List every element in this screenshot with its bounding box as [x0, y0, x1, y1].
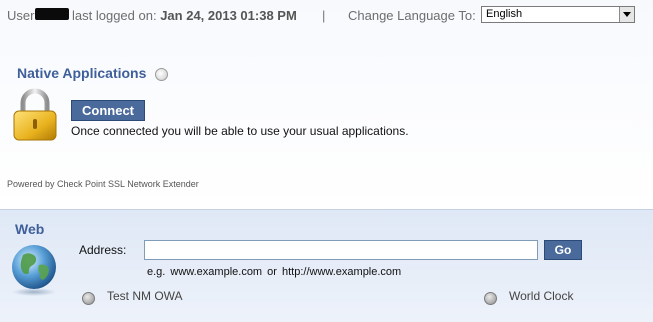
address-label: Address: [79, 243, 127, 257]
powered-by-text: Powered by Check Point SSL Network Exten… [7, 179, 199, 189]
connect-button[interactable]: Connect [71, 100, 145, 121]
go-button[interactable]: Go [544, 240, 582, 260]
lock-icon [13, 88, 57, 141]
web-title: Web [15, 221, 45, 237]
bookmark-link-world-clock[interactable]: World Clock [509, 289, 573, 303]
language-selected-value: English [486, 8, 523, 20]
connect-description: Once connected you will be able to use y… [71, 124, 409, 138]
chevron-down-icon[interactable] [619, 7, 634, 22]
last-logged-info: last logged on: Jan 24, 2013 01:38 PM [72, 8, 297, 23]
user-label: User: [7, 8, 39, 23]
address-input[interactable] [144, 240, 538, 260]
address-example-hint: e.g. www.example.com or http://www.examp… [147, 266, 402, 278]
native-applications-status-icon [155, 68, 168, 81]
header-separator: | [322, 8, 326, 23]
globe-icon[interactable] [82, 292, 95, 305]
language-select[interactable]: English [481, 6, 635, 23]
last-logged-prefix: last logged on: [72, 8, 157, 23]
globe-icon [12, 245, 56, 296]
change-language-label: Change Language To: [348, 8, 476, 23]
user-name-redacted [35, 8, 69, 20]
native-applications-title: Native Applications [17, 65, 147, 81]
globe-icon[interactable] [484, 292, 497, 305]
last-logged-value: Jan 24, 2013 01:38 PM [160, 8, 297, 23]
session-header: User: last logged on: Jan 24, 2013 01:38… [0, 0, 653, 30]
bookmark-link-test-nm-owa[interactable]: Test NM OWA [107, 289, 183, 303]
